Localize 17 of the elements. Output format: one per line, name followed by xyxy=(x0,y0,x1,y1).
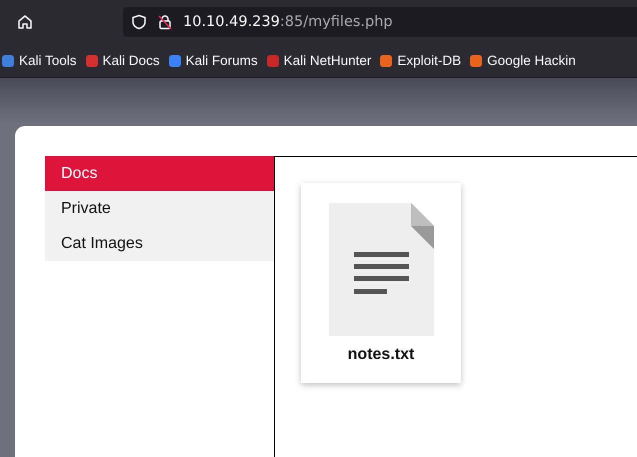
insecure-lock-icon[interactable] xyxy=(157,14,173,30)
sidebar-item[interactable]: Private xyxy=(45,191,274,226)
bookmark-link[interactable]: Exploit-DB xyxy=(379,53,462,68)
url-text: 10.10.49.239:85/myfiles.php xyxy=(183,14,393,30)
bookmark-link[interactable]: Google Hackin xyxy=(469,53,576,68)
shield-icon[interactable] xyxy=(131,14,147,30)
bookmark-link[interactable]: Kali NetHunter xyxy=(266,53,372,68)
sidebar-item[interactable]: Cat Images xyxy=(45,226,274,261)
sidebar-item[interactable]: Docs xyxy=(45,156,274,191)
bookmark-link[interactable]: Kali Forums xyxy=(168,53,258,68)
bookmark-link[interactable]: Kali Docs xyxy=(84,53,160,68)
document-icon xyxy=(328,203,434,336)
file-name: notes.txt xyxy=(348,346,414,364)
home-icon[interactable] xyxy=(17,14,33,30)
bookmark-link[interactable]: Kali Tools xyxy=(1,53,77,68)
address-bar[interactable]: 10.10.49.239:85/myfiles.php xyxy=(123,7,637,37)
file-card[interactable]: notes.txt xyxy=(301,183,461,383)
